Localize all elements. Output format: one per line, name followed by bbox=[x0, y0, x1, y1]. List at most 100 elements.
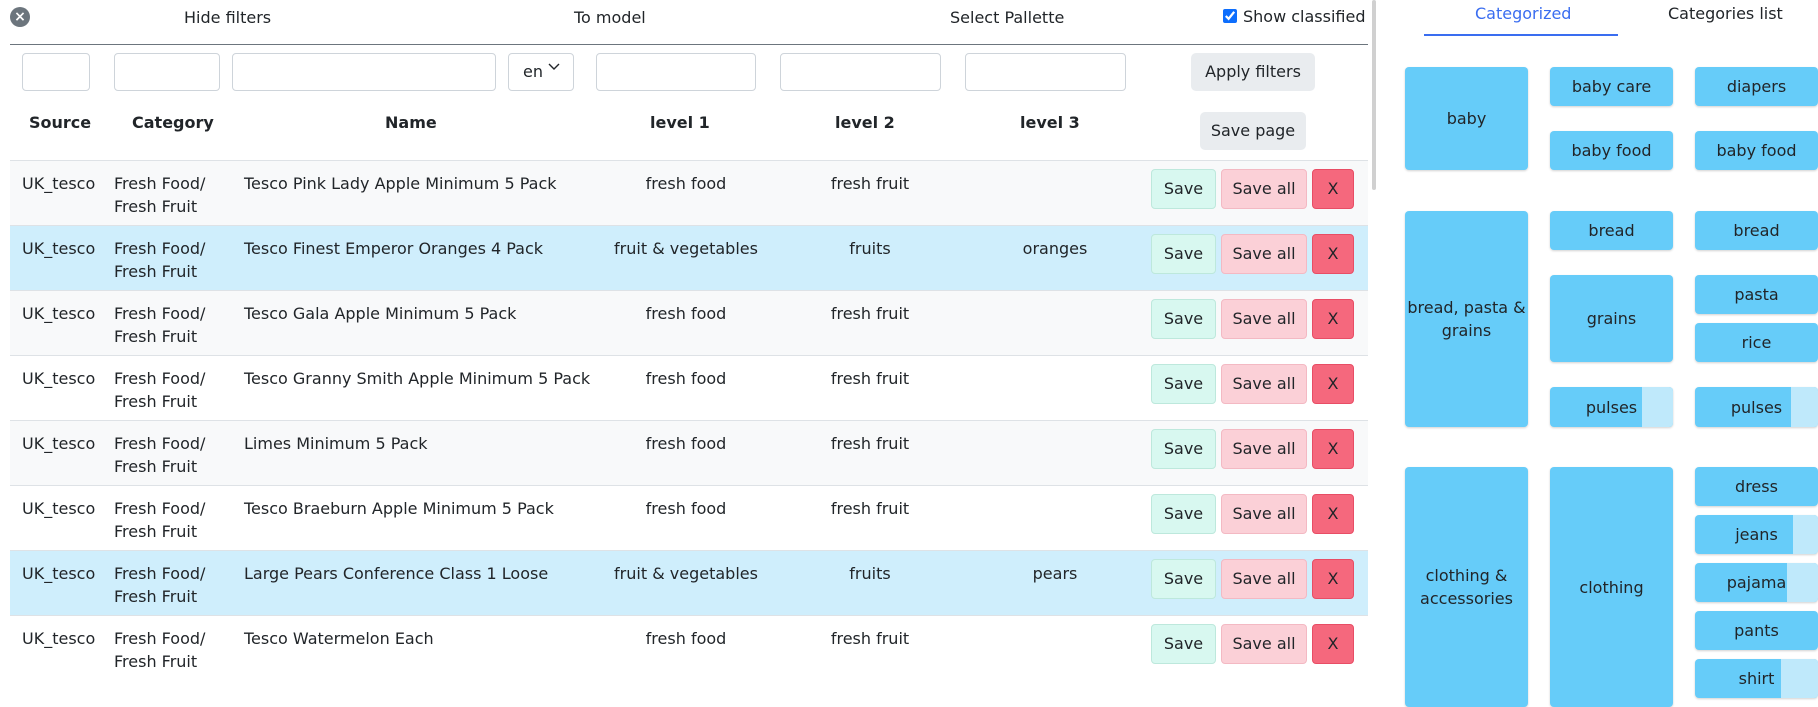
tile-level3-pants[interactable]: pants bbox=[1695, 611, 1818, 650]
tile-level2-pulses-label: pulses bbox=[1585, 397, 1638, 417]
tile-level3-bread-label: bread bbox=[1733, 221, 1780, 240]
table-row: UK_tesco Fresh Food/Fresh Fruit Tesco Brae… bbox=[10, 485, 1368, 550]
cell-name: Tesco Pink Lady Apple Minimum 5 Pack bbox=[244, 174, 557, 193]
save-button[interactable]: Save bbox=[1151, 169, 1216, 209]
level2-filter-input[interactable] bbox=[780, 53, 941, 91]
tile-level2-baby-food[interactable]: baby food bbox=[1550, 131, 1673, 170]
save-all-button[interactable]: Save all bbox=[1221, 364, 1307, 404]
delete-button[interactable]: X bbox=[1312, 429, 1354, 469]
language-select[interactable]: en bbox=[508, 53, 574, 91]
save-all-button[interactable]: Save all bbox=[1221, 494, 1307, 534]
table-row: UK_tesco Fresh Food/Fresh Fruit Tesco Wate… bbox=[10, 615, 1368, 680]
cell-category-line: Fresh Fruit bbox=[114, 392, 198, 411]
cell-category: Fresh Food/Fresh Fruit bbox=[114, 302, 205, 348]
cell-level2: fresh fruit bbox=[830, 434, 910, 453]
scrollbar-thumb[interactable] bbox=[1372, 0, 1376, 190]
cell-name: Tesco Finest Emperor Oranges 4 Pack bbox=[244, 239, 544, 258]
save-button[interactable]: Save bbox=[1151, 299, 1216, 339]
tile-level2-clothing-label: clothing bbox=[1579, 577, 1644, 597]
tile-level2-pulses[interactable]: pulses bbox=[1550, 387, 1673, 427]
save-button[interactable]: Save bbox=[1151, 624, 1216, 664]
cell-category-line: Fresh Fruit bbox=[114, 327, 198, 346]
cell-source: UK_tesco bbox=[22, 239, 96, 258]
source-filter-input[interactable] bbox=[22, 53, 90, 91]
save-page-button[interactable]: Save page bbox=[1200, 112, 1306, 150]
category-filter-input[interactable] bbox=[114, 53, 220, 91]
name-filter-input[interactable] bbox=[232, 53, 496, 91]
tile-level3-diapers[interactable]: diapers bbox=[1695, 67, 1818, 106]
show-classified-checkbox[interactable] bbox=[1223, 9, 1237, 23]
tab-categorized[interactable]: Categorized bbox=[1475, 4, 1571, 23]
delete-button[interactable]: X bbox=[1312, 624, 1354, 664]
cell-level3: pears bbox=[1032, 564, 1078, 583]
cell-level2: fresh fruit bbox=[830, 499, 910, 518]
show-classified-label: Show classified bbox=[1243, 7, 1366, 26]
tile-level2-bread-label: bread bbox=[1588, 221, 1635, 240]
tile-level3-pajama[interactable]: pajama bbox=[1695, 563, 1818, 602]
delete-button[interactable]: X bbox=[1312, 299, 1354, 339]
delete-button[interactable]: X bbox=[1312, 494, 1354, 534]
save-all-button[interactable]: Save all bbox=[1221, 624, 1307, 664]
table-row: UK_tesco Fresh Food/Fresh Fruit Limes Mini… bbox=[10, 420, 1368, 485]
show-classified-toggle[interactable]: Show classified bbox=[1223, 7, 1366, 26]
cell-category-line: Fresh Food/ bbox=[114, 304, 206, 323]
save-all-button[interactable]: Save all bbox=[1221, 169, 1307, 209]
tile-level3-diapers-label: diapers bbox=[1726, 77, 1787, 96]
level3-filter-input[interactable] bbox=[965, 53, 1126, 91]
cell-source: UK_tesco bbox=[22, 434, 96, 453]
tile-level3-jeans[interactable]: jeans bbox=[1695, 515, 1818, 554]
save-all-button[interactable]: Save all bbox=[1221, 299, 1307, 339]
tile-level2-baby-care[interactable]: baby care bbox=[1550, 67, 1673, 106]
products-table-pane: × Hide filters To model Select Pallette … bbox=[0, 0, 1370, 686]
cell-name: Large Pears Conference Class 1 Loose bbox=[244, 564, 549, 583]
tile-level2-bread[interactable]: bread bbox=[1550, 211, 1673, 250]
tile-unfilled-portion bbox=[1642, 387, 1673, 427]
save-all-button[interactable]: Save all bbox=[1221, 429, 1307, 469]
tile-level2-clothing[interactable]: clothing bbox=[1550, 467, 1673, 707]
tile-level3-pasta[interactable]: pasta bbox=[1695, 275, 1818, 314]
tile-level3-dress[interactable]: dress bbox=[1695, 467, 1818, 506]
tile-level3-shirt[interactable]: shirt bbox=[1695, 659, 1818, 698]
header-level3: level 3 bbox=[1020, 113, 1080, 132]
cell-category: Fresh Food/Fresh Fruit bbox=[114, 432, 205, 478]
tile-level2-baby-food-label: baby food bbox=[1571, 141, 1652, 160]
delete-button[interactable]: X bbox=[1312, 234, 1354, 274]
level1-filter-input[interactable] bbox=[596, 53, 756, 91]
hide-filters-button[interactable]: Hide filters bbox=[184, 8, 271, 27]
save-button[interactable]: Save bbox=[1151, 559, 1216, 599]
delete-button[interactable]: X bbox=[1312, 169, 1354, 209]
save-button[interactable]: Save bbox=[1151, 234, 1216, 274]
categories-panel: Categorized Categories list baby baby car… bbox=[1380, 0, 1818, 707]
tile-level1-clothing-accessories[interactable]: clothing & accessories bbox=[1405, 467, 1528, 707]
save-button[interactable]: Save bbox=[1151, 364, 1216, 404]
tile-level3-pulses-label: pulses bbox=[1730, 397, 1783, 417]
tile-level3-pulses[interactable]: pulses bbox=[1695, 387, 1818, 427]
table-row: UK_tesco Fresh Food/Fresh Fruit Tesco Fine… bbox=[10, 225, 1368, 290]
cell-category: Fresh Food/Fresh Fruit bbox=[114, 562, 205, 608]
close-icon[interactable]: × bbox=[10, 7, 30, 27]
delete-button[interactable]: X bbox=[1312, 559, 1354, 599]
select-pallette-button[interactable]: Select Pallette bbox=[950, 8, 1064, 27]
tile-level3-bread[interactable]: bread bbox=[1695, 211, 1818, 250]
tile-level3-rice[interactable]: rice bbox=[1695, 323, 1818, 362]
save-button[interactable]: Save bbox=[1151, 429, 1216, 469]
tile-level1-bread-pasta-grains[interactable]: bread, pasta & grains bbox=[1405, 211, 1528, 427]
cell-category-line: Fresh Food/ bbox=[114, 499, 206, 518]
tile-level2-grains[interactable]: grains bbox=[1550, 275, 1673, 362]
cell-source: UK_tesco bbox=[22, 369, 96, 388]
tile-level1-baby[interactable]: baby bbox=[1405, 67, 1528, 170]
tile-level3-baby-food[interactable]: baby food bbox=[1695, 131, 1818, 170]
save-all-button[interactable]: Save all bbox=[1221, 234, 1307, 274]
save-button[interactable]: Save bbox=[1151, 494, 1216, 534]
cell-category-line: Fresh Food/ bbox=[114, 564, 206, 583]
apply-filters-button[interactable]: Apply filters bbox=[1191, 53, 1315, 91]
tab-categories-list[interactable]: Categories list bbox=[1668, 4, 1783, 23]
cell-category-line: Fresh Food/ bbox=[114, 239, 206, 258]
save-all-button[interactable]: Save all bbox=[1221, 559, 1307, 599]
to-model-button[interactable]: To model bbox=[574, 8, 646, 27]
tile-level2-baby-care-label: baby care bbox=[1571, 77, 1652, 96]
table-row: UK_tesco Fresh Food/Fresh Fruit Large Pear… bbox=[10, 550, 1368, 615]
tile-level3-pajama-label: pajama bbox=[1726, 573, 1787, 592]
tile-unfilled-portion bbox=[1787, 563, 1818, 602]
delete-button[interactable]: X bbox=[1312, 364, 1354, 404]
